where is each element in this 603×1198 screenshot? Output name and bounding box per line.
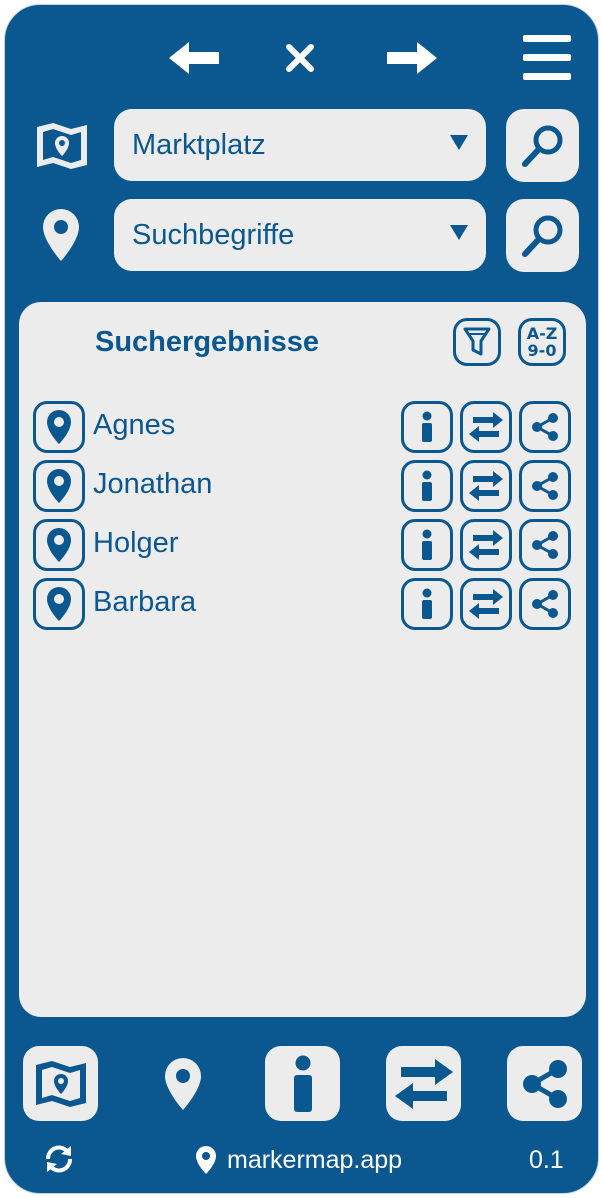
info-button[interactable] <box>401 460 453 512</box>
swap-arrows-icon <box>469 589 503 619</box>
map-pin-icon <box>47 469 71 503</box>
info-icon <box>293 1055 312 1112</box>
refresh-icon <box>46 1145 72 1173</box>
map-pin-icon <box>41 207 81 268</box>
term-select-value: Suchbegriffe <box>132 218 295 251</box>
swap-arrows-icon <box>469 412 503 442</box>
info-icon <box>422 411 432 442</box>
share-icon <box>532 413 558 441</box>
map-pin-icon <box>47 587 71 621</box>
share-icon <box>532 472 558 500</box>
share-button[interactable] <box>519 401 571 453</box>
map-pin-icon <box>195 1145 217 1180</box>
chevron-down-icon <box>450 225 468 240</box>
info-icon <box>422 588 432 619</box>
list-item-name[interactable]: Jonathan <box>93 468 212 501</box>
version-label: 0.1 <box>529 1146 564 1174</box>
swap-button[interactable] <box>460 460 512 512</box>
share-button[interactable] <box>519 460 571 512</box>
map-icon <box>35 1060 86 1107</box>
chevron-down-icon <box>450 135 468 150</box>
share-button[interactable] <box>507 1046 582 1121</box>
list-item: Barbara <box>33 578 573 630</box>
list-item: Holger <box>33 519 573 571</box>
filter-button[interactable] <box>453 318 501 366</box>
swap-arrows-icon <box>469 471 503 501</box>
share-button[interactable] <box>519 578 571 630</box>
list-item: Jonathan <box>33 460 573 512</box>
map-pin-icon <box>47 410 71 444</box>
list-item-name[interactable]: Barbara <box>93 586 196 619</box>
share-icon <box>532 590 558 618</box>
map-search-button[interactable] <box>506 109 579 182</box>
info-button[interactable] <box>265 1046 340 1121</box>
back-button[interactable] <box>165 35 225 81</box>
term-search-button[interactable] <box>506 199 579 272</box>
results-panel: Suchergebnisse A-Z 9-0 Agnes Jonathan Ho… <box>19 302 586 1017</box>
refresh-button[interactable] <box>41 1141 77 1177</box>
info-button[interactable] <box>401 401 453 453</box>
sort-label-bottom: 9-0 <box>527 341 557 360</box>
location-button[interactable] <box>155 1053 211 1115</box>
app-frame: Marktplatz Suchbegriffe Suchergebnisse A… <box>4 4 599 1194</box>
map-select-value: Marktplatz <box>132 128 266 161</box>
info-icon <box>422 529 432 560</box>
swap-button[interactable] <box>460 401 512 453</box>
map-pin-icon <box>47 528 71 562</box>
swap-arrows-icon <box>469 530 503 560</box>
forward-button[interactable] <box>381 35 441 81</box>
map-pin-icon <box>165 1058 201 1110</box>
filter-icon <box>463 327 491 356</box>
arrow-right-icon <box>387 42 437 74</box>
swap-button[interactable] <box>460 578 512 630</box>
list-item-name[interactable]: Holger <box>93 527 178 560</box>
search-icon <box>521 125 562 167</box>
swap-arrows-icon <box>394 1058 453 1109</box>
list-item: Agnes <box>33 401 573 453</box>
arrow-left-icon <box>169 42 219 74</box>
close-icon <box>286 44 314 72</box>
site-link[interactable]: markermap.app <box>227 1146 402 1175</box>
map-button[interactable] <box>23 1046 98 1121</box>
info-icon <box>422 470 432 501</box>
locate-button[interactable] <box>33 519 85 571</box>
swap-button[interactable] <box>386 1046 461 1121</box>
map-select[interactable]: Marktplatz <box>114 109 486 181</box>
locate-button[interactable] <box>33 578 85 630</box>
search-icon <box>521 215 562 257</box>
share-icon <box>522 1059 567 1108</box>
info-button[interactable] <box>401 519 453 571</box>
term-select[interactable]: Suchbegriffe <box>114 199 486 271</box>
locate-button[interactable] <box>33 460 85 512</box>
share-button[interactable] <box>519 519 571 571</box>
close-button[interactable] <box>277 35 323 81</box>
map-icon <box>35 121 89 176</box>
results-title: Suchergebnisse <box>95 326 320 358</box>
menu-button[interactable] <box>519 31 575 85</box>
hamburger-menu-icon <box>523 35 571 80</box>
share-icon <box>532 531 558 559</box>
sort-button[interactable]: A-Z 9-0 <box>518 318 566 366</box>
list-item-name[interactable]: Agnes <box>93 409 175 442</box>
sort-label-top: A-Z <box>526 324 558 343</box>
swap-button[interactable] <box>460 519 512 571</box>
locate-button[interactable] <box>33 401 85 453</box>
info-button[interactable] <box>401 578 453 630</box>
